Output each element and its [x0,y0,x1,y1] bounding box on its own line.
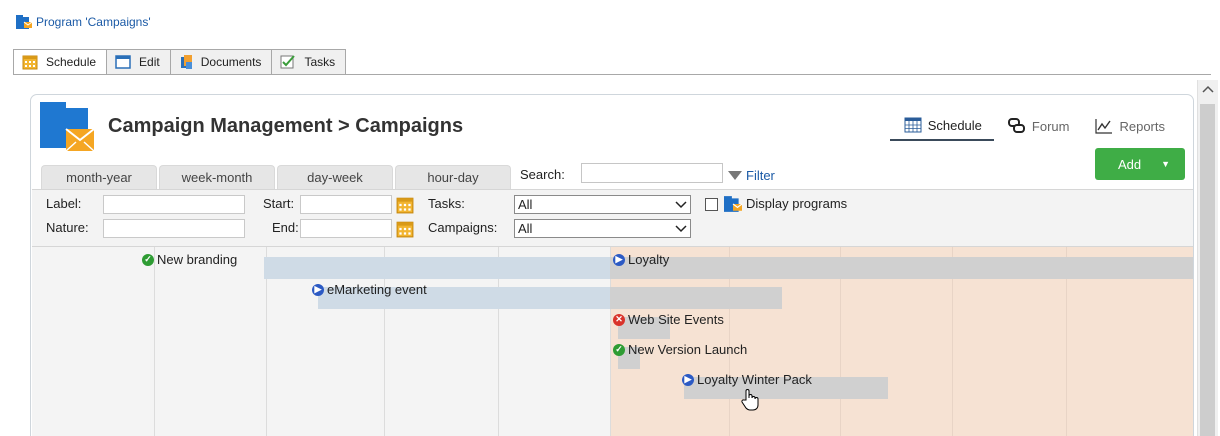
filter-label: Filter [746,168,775,183]
caret-down-icon[interactable]: ▼ [1161,159,1170,169]
gantt-item-label: eMarketing event [327,282,427,297]
tasks-field-label: Tasks: [428,196,465,211]
calendar-icon [22,55,38,70]
task-bar[interactable] [610,257,1193,279]
program-icon [724,196,742,212]
tab-tasks[interactable]: Tasks [272,49,347,75]
filter-toggle[interactable]: Filter [728,168,775,183]
tab-edit[interactable]: Edit [107,49,171,75]
start-date-input[interactable] [300,195,392,214]
add-button[interactable]: Add ▼ [1095,148,1185,180]
link-reports-label: Reports [1119,118,1165,134]
gantt-item-new-branding[interactable]: ✓ New branding [142,252,237,267]
nature-field-label: Nature: [46,220,89,235]
campaigns-field-label: Campaigns: [428,220,498,235]
play-status-icon: ▶ [312,283,324,296]
tab-schedule[interactable]: Schedule [13,49,108,75]
calendar-picker-icon[interactable] [396,220,414,238]
tab-hour-day[interactable]: hour-day [395,165,511,189]
start-field-label: Start: [263,196,295,211]
main-tabs: Schedule Edit Documents Tasks [13,49,347,75]
play-status-icon: ▶ [613,253,625,266]
documents-icon [180,55,192,69]
tab-week-month[interactable]: week-month [159,165,275,189]
end-field-label: End: [272,220,299,235]
hand-cursor-icon [741,389,759,411]
check-status-icon: ✓ [613,343,625,356]
search-label: Search: [520,167,565,182]
task-bar[interactable] [610,287,782,309]
window-title-text: Program 'Campaigns' [36,15,151,29]
check-status-icon: ✓ [142,253,154,266]
calendar-picker-icon[interactable] [396,196,414,214]
scrollbar-thumb[interactable] [1200,104,1215,436]
tasks-select[interactable]: All [514,195,691,214]
link-reports[interactable]: Reports [1081,117,1177,141]
cancel-status-icon: ✕ [613,313,625,326]
page-title: Campaign Management > Campaigns [108,115,464,137]
add-button-label: Add [1118,156,1142,172]
gantt-item-web-site-events[interactable]: ✕ Web Site Events [613,312,724,327]
tasks-select-value: All [518,197,533,212]
nature-input[interactable] [103,219,245,238]
label-input[interactable] [103,195,245,214]
display-programs-label: Display programs [746,196,848,211]
label-field-label: Label: [46,196,82,211]
link-forum[interactable]: Forum [994,117,1082,141]
forum-icon [1007,118,1025,133]
view-switcher: Schedule Forum Reports [889,117,1177,141]
chevron-down-icon [675,224,687,232]
tab-tasks-label: Tasks [304,55,336,69]
view-tabs: month-year week-month day-week hour-day [41,165,511,189]
tab-documents-label: Documents [200,55,262,69]
scroll-up-icon[interactable] [1200,82,1216,96]
gantt-item-emarketing-event[interactable]: ▶ eMarketing event [312,282,427,297]
gantt-item-label: Loyalty [628,252,670,267]
tab-schedule-label: Schedule [46,55,97,69]
campaigns-panel: Campaign Management > Campaigns Schedule… [30,94,1194,436]
calendar-icon [904,117,922,133]
gantt-item-label: Web Site Events [628,312,724,327]
end-date-input[interactable] [300,219,392,238]
gantt-chart: ✓ New branding ▶ Loyalty ▶ eMarketing ev… [32,247,1193,436]
program-icon [16,15,32,29]
gantt-item-loyalty[interactable]: ▶ Loyalty [613,252,669,267]
campaign-program-icon [40,102,95,152]
search-input[interactable] [581,163,723,183]
chart-icon [1095,119,1113,134]
task-bar[interactable] [264,257,610,279]
campaigns-select-value: All [518,221,533,236]
gantt-item-new-version-launch[interactable]: ✓ New Version Launch [613,342,747,357]
tab-edit-label: Edit [139,55,160,69]
gantt-item-label: Loyalty Winter Pack [697,372,812,387]
window-title: Program 'Campaigns' [16,15,151,29]
gantt-item-label: New Version Launch [628,342,748,357]
edit-icon [115,55,131,69]
tab-documents[interactable]: Documents [170,49,273,75]
tab-day-week[interactable]: day-week [277,165,393,189]
tabs-divider [13,74,1211,75]
gantt-item-label: New branding [157,252,238,267]
funnel-icon [728,170,742,180]
gantt-item-loyalty-winter-pack[interactable]: ▶ Loyalty Winter Pack [682,372,812,387]
link-schedule[interactable]: Schedule [889,117,994,141]
filter-area: Label: Nature: Start: End: Tasks: All Ca… [32,189,1193,247]
tab-month-year[interactable]: month-year [41,165,157,189]
grid-line [154,247,155,436]
link-forum-label: Forum [1031,118,1070,134]
campaigns-select[interactable]: All [514,219,691,238]
tasks-icon [280,55,296,69]
play-status-icon: ▶ [682,373,694,386]
display-programs-checkbox[interactable] [705,198,718,211]
link-schedule-label: Schedule [927,117,982,133]
chevron-down-icon [675,200,687,208]
